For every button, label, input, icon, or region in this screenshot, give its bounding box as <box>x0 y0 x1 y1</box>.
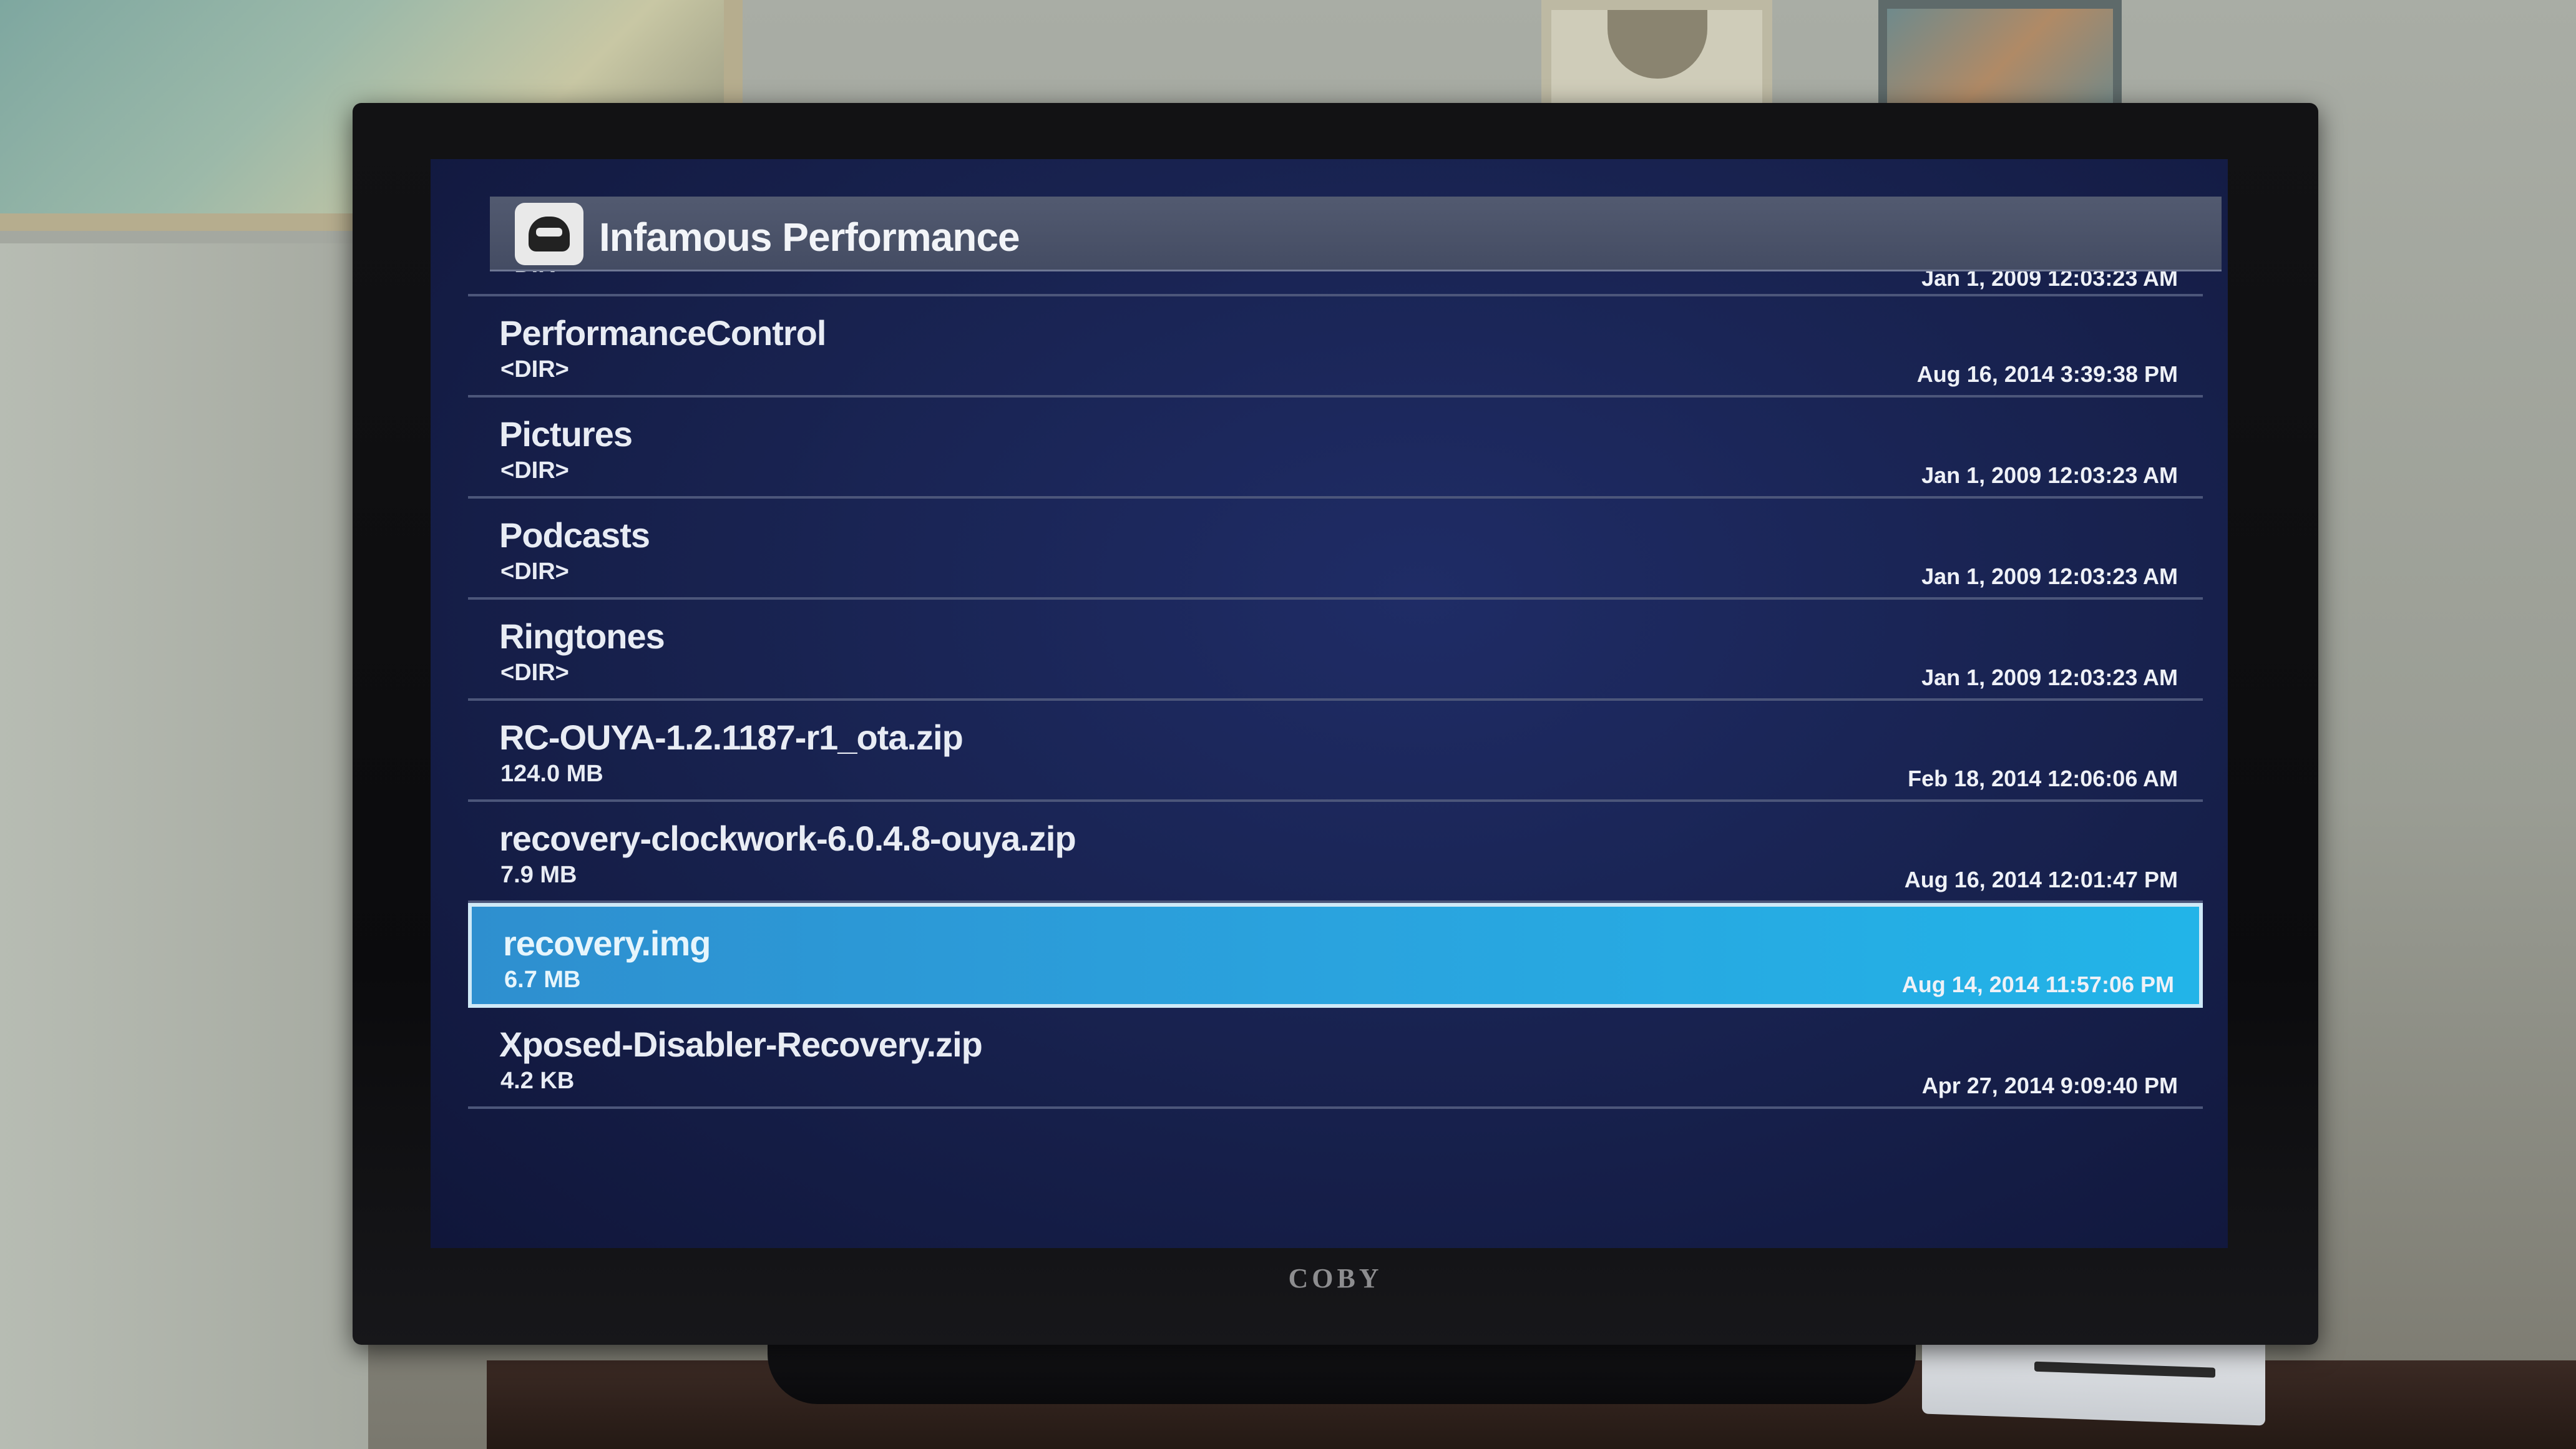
file-row[interactable]: Podcasts <DIR> Jan 1, 2009 12:03:23 AM <box>468 499 2203 600</box>
file-row-selected[interactable]: recovery.img 6.7 MB Aug 14, 2014 11:57:06 … <box>468 903 2203 1008</box>
tv-brand-logo: COBY <box>1288 1263 1383 1294</box>
file-date: Apr 27, 2014 9:09:40 PM <box>1921 1073 2178 1098</box>
shell-icon <box>1608 10 1707 79</box>
file-date: Jan 1, 2009 12:03:23 AM <box>1921 462 2178 488</box>
file-date: Aug 16, 2014 3:39:38 PM <box>1916 361 2178 387</box>
file-name: recovery-clockwork-6.0.4.8-ouya.zip <box>499 819 1076 858</box>
file-row[interactable]: Xposed-Disabler-Recovery.zip 4.2 KB Apr 27… <box>468 1008 2203 1109</box>
file-name: Pictures <box>499 414 633 454</box>
app-title: Infamous Performance <box>599 215 1020 260</box>
file-name: Ringtones <box>499 617 665 656</box>
file-date: Feb 18, 2014 12:06:06 AM <box>1908 766 2178 791</box>
file-row[interactable]: RC-OUYA-1.2.1187-r1_ota.zip 124.0 MB Feb 1… <box>468 701 2203 802</box>
file-date: Jan 1, 2009 12:03:23 AM <box>1921 665 2178 690</box>
wall <box>0 243 368 1449</box>
tv-screen: Infamous Performance Notifications<DIR>J… <box>431 159 2228 1248</box>
file-size-or-type: 124.0 MB <box>500 761 603 787</box>
file-name: Xposed-Disabler-Recovery.zip <box>499 1025 983 1064</box>
disc-slot <box>2034 1361 2215 1378</box>
file-row[interactable]: PerformanceControl <DIR> Aug 16, 2014 3:39… <box>468 296 2203 398</box>
file-size-or-type: 7.9 MB <box>500 862 577 888</box>
file-size-or-type: <DIR> <box>500 356 569 383</box>
file-size-or-type: <DIR> <box>500 660 569 686</box>
file-row[interactable]: Ringtones <DIR> Jan 1, 2009 12:03:23 AM <box>468 600 2203 701</box>
file-size-or-type: <DIR> <box>500 559 569 585</box>
file-name: RC-OUYA-1.2.1187-r1_ota.zip <box>499 718 964 757</box>
file-date: Aug 14, 2014 11:57:06 PM <box>1901 972 2174 997</box>
file-name: PerformanceControl <box>499 313 826 353</box>
app-header: Infamous Performance <box>490 197 2222 271</box>
file-size-or-type: <DIR> <box>500 457 569 484</box>
file-size-or-type: 6.7 MB <box>504 967 581 993</box>
file-row[interactable]: recovery-clockwork-6.0.4.8-ouya.zip 7.9 M… <box>468 802 2203 903</box>
file-row[interactable]: Pictures <DIR> Jan 1, 2009 12:03:23 AM <box>468 398 2203 499</box>
wall-painting-shell <box>1541 0 1772 119</box>
file-list[interactable]: Notifications<DIR>Jan 1, 2009 12:03:23 A… <box>468 222 2203 1248</box>
file-date: Jan 1, 2009 12:03:23 AM <box>1921 564 2178 589</box>
file-size-or-type: 4.2 KB <box>500 1068 575 1094</box>
file-date: Aug 16, 2014 12:01:47 PM <box>1904 867 2178 892</box>
file-name: recovery.img <box>503 924 711 963</box>
app-logo-icon <box>515 203 583 265</box>
file-name: Podcasts <box>499 515 650 555</box>
tv-bezel: Infamous Performance Notifications<DIR>J… <box>353 103 2318 1345</box>
